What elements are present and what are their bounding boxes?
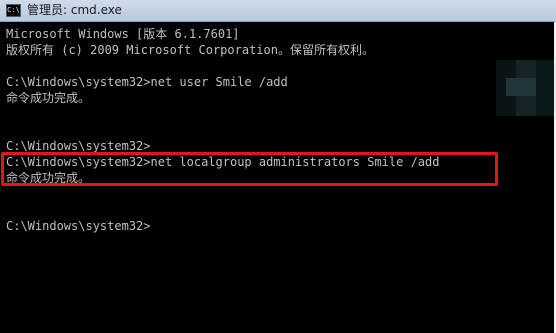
console-line: 命令成功完成。 [6,91,91,105]
blurred-region [496,60,556,116]
cmd-icon: C:\ [6,4,21,17]
window-title: 管理员: cmd.exe [27,3,122,17]
highlight-box [1,152,498,186]
console-line: C:\Windows\system32> [6,219,151,233]
console-line: 版权所有 (c) 2009 Microsoft Corporation。保留所有… [6,43,374,57]
title-bar[interactable]: C:\ 管理员: cmd.exe [0,0,556,22]
console-line: C:\Windows\system32>net user Smile /add [6,75,288,89]
console-line: Microsoft Windows [版本 6.1.7601] [6,27,240,41]
console-output[interactable]: Microsoft Windows [版本 6.1.7601] 版权所有 (c)… [0,22,556,333]
